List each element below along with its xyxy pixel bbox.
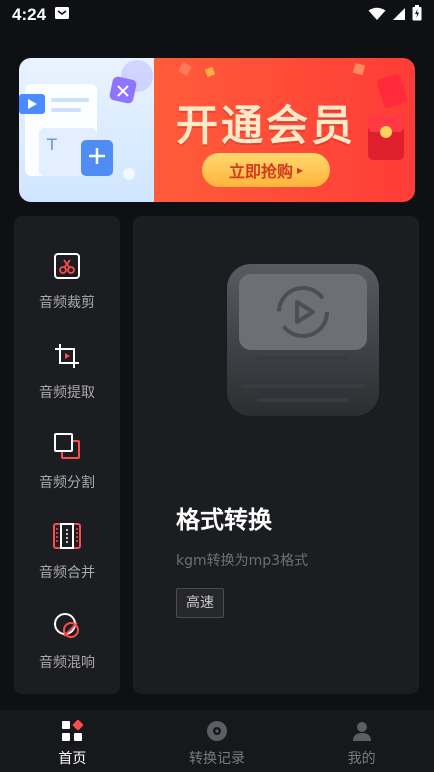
banner-illustration: T [19,58,154,202]
status-bar: 4:24 [0,0,434,30]
tool-label: 音频提取 [39,385,95,401]
svg-text:T: T [46,135,57,154]
buy-now-label: 立即抢购 [228,162,293,181]
status-right [368,5,422,25]
status-left: 4:24 [12,5,70,25]
tool-label: 音频分割 [39,475,95,491]
record-disc-icon [207,721,227,741]
tool-audio-split[interactable]: 音频分割 [14,432,120,502]
nav-records[interactable]: 转换记录 [145,710,290,772]
tool-audio-trim[interactable]: 音频裁剪 [14,252,120,322]
format-convert-card[interactable]: 格式转换 kgm转换为mp3格式 高速 [133,216,419,694]
tool-label: 音频合并 [39,565,95,581]
tool-audio-reverb[interactable]: 音频混响 [14,612,120,682]
banner-vip-panel: 开通会员 立即抢购 ▸ [154,58,415,202]
nav-profile[interactable]: 我的 [289,710,434,772]
merge-icon [53,523,81,549]
status-time: 4:24 [12,5,47,24]
tool-label: 音频混响 [39,655,95,671]
tool-audio-merge[interactable]: 音频合并 [14,522,120,592]
home-grid-icon [62,720,84,741]
nav-label: 首页 [58,751,87,767]
feature-description: kgm转换为mp3格式 [176,553,309,569]
scissors-icon [54,253,80,279]
tool-label: 音频裁剪 [39,295,95,311]
nav-label: 转换记录 [189,751,245,767]
bottom-nav: 首页 转换记录 我的 [0,710,434,772]
cell-signal-icon [392,6,406,25]
speed-tag: 高速 [176,588,224,618]
vip-promo-banner[interactable]: T 开通会员 立即抢购 ▸ [19,58,415,202]
notification-icon [54,5,70,25]
battery-icon [412,5,422,25]
tool-audio-extract[interactable]: 音频提取 [14,342,120,412]
buy-now-button[interactable]: 立即抢购 ▸ [202,153,330,187]
reverb-icon [54,613,79,638]
arrow-right-icon: ▸ [296,163,304,177]
feature-title: 格式转换 [176,506,272,534]
nav-home[interactable]: 首页 [0,710,145,772]
split-icon [54,433,80,459]
crop-icon [55,344,79,368]
banner-title: 开通会员 [176,101,357,150]
convert-icon [227,264,379,416]
profile-icon [352,722,371,741]
nav-label: 我的 [347,751,376,767]
tool-panel: 音频裁剪 音频提取 音频分割 音频合并 音频混响 [14,216,120,694]
wifi-icon [368,6,386,25]
